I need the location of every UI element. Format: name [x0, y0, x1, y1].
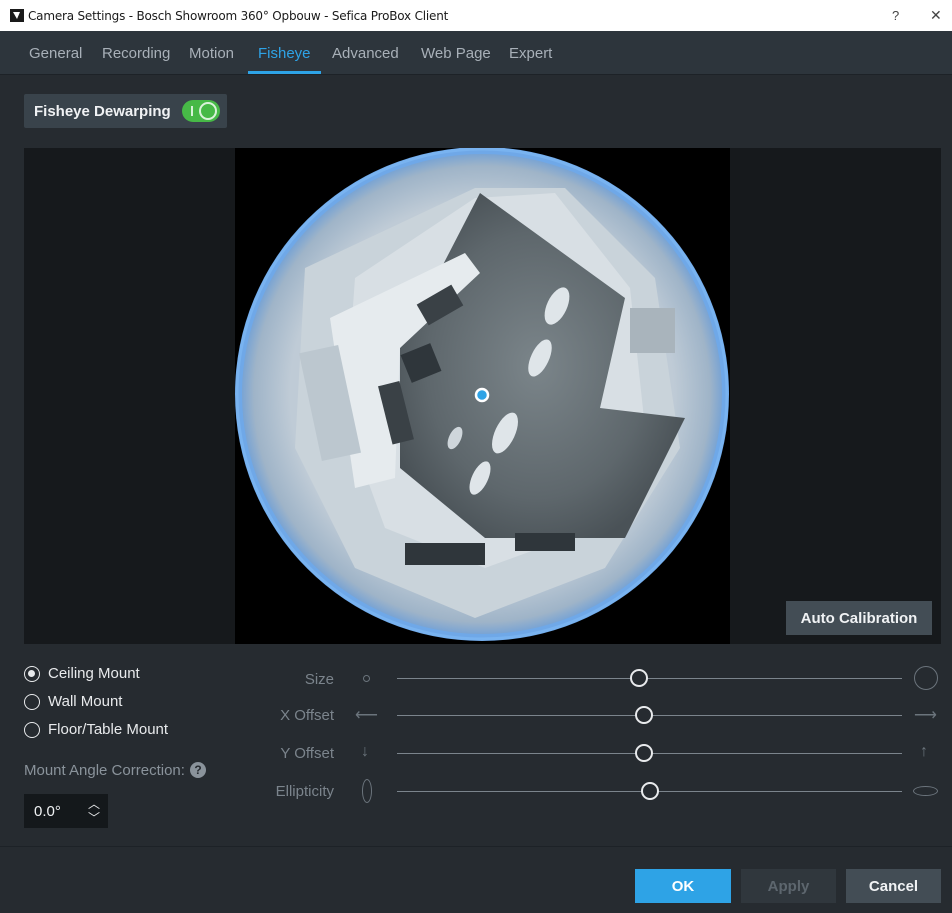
arrow-up-icon: ↑: [920, 743, 928, 760]
y-offset-label: Y Offset: [280, 745, 334, 762]
mount-angle-value[interactable]: 0.0°: [34, 803, 61, 820]
fisheye-image[interactable]: [235, 148, 730, 644]
apply-button[interactable]: Apply: [741, 869, 836, 903]
close-button[interactable]: ✕: [930, 7, 942, 24]
tab-motion[interactable]: Motion: [189, 45, 234, 62]
floor-table-mount-radio[interactable]: [24, 722, 40, 738]
wall-mount-label: Wall Mount: [48, 693, 123, 710]
wall-mount-radio[interactable]: [24, 694, 40, 710]
arrow-down-icon: ↓: [361, 743, 369, 760]
ellipticity-label: Ellipticity: [275, 783, 334, 800]
size-label: Size: [304, 671, 334, 688]
size-slider-knob[interactable]: [630, 669, 649, 687]
size-track[interactable]: [397, 678, 902, 679]
tab-bar: General Recording Motion Fisheye Advance…: [0, 31, 952, 75]
center-marker-icon: [474, 387, 490, 403]
small-circle-icon: [363, 675, 370, 682]
dewarping-toggle[interactable]: [182, 100, 220, 122]
window-title: Camera Settings - Bosch Showroom 360° Op…: [28, 9, 449, 23]
tab-general[interactable]: General: [29, 45, 82, 62]
fisheye-preview: Auto Calibration: [24, 148, 941, 644]
app-logo-icon: [10, 9, 24, 22]
ellipticity-slider-knob[interactable]: [640, 782, 659, 800]
cancel-button[interactable]: Cancel: [846, 869, 941, 903]
footer-divider: [0, 846, 952, 847]
ok-button[interactable]: OK: [635, 869, 731, 903]
title-bar: Camera Settings - Bosch Showroom 360° Op…: [0, 0, 952, 31]
mount-angle-label: Mount Angle Correction:: [24, 762, 185, 779]
tab-recording[interactable]: Recording: [102, 45, 170, 62]
auto-calibration-button[interactable]: Auto Calibration: [786, 601, 932, 635]
x-offset-slider-knob[interactable]: [635, 706, 654, 724]
toggle-on-mark: [191, 106, 193, 116]
large-circle-icon: [914, 666, 938, 690]
tab-expert[interactable]: Expert: [509, 45, 552, 62]
question-icon[interactable]: ?: [190, 762, 206, 778]
mount-angle-spinbox[interactable]: 0.0° ︿ ﹀: [24, 794, 108, 828]
x-offset-label: X Offset: [280, 707, 334, 724]
floor-table-mount-label: Floor/Table Mount: [48, 721, 169, 738]
toggle-knob: [199, 102, 217, 120]
dewarping-panel: Fisheye Dewarping: [24, 94, 227, 128]
ceiling-mount-label: Ceiling Mount: [48, 665, 140, 682]
arrow-right-icon: ⟶: [914, 707, 937, 724]
ceiling-mount-radio[interactable]: [24, 666, 40, 682]
tab-fisheye[interactable]: Fisheye: [258, 45, 311, 62]
tab-advanced[interactable]: Advanced: [332, 45, 399, 62]
active-tab-indicator: [248, 71, 321, 74]
chevron-down-icon[interactable]: ﹀: [88, 809, 100, 826]
help-button[interactable]: ?: [892, 8, 899, 23]
dewarping-label: Fisheye Dewarping: [34, 103, 171, 120]
arrow-left-icon: ⟵: [355, 707, 378, 724]
tall-ellipse-icon: [362, 779, 372, 803]
y-offset-slider-knob[interactable]: [635, 744, 654, 762]
fisheye-image-frame: [235, 148, 730, 644]
wide-ellipse-icon: [913, 786, 938, 796]
tab-web-page[interactable]: Web Page: [421, 45, 491, 62]
